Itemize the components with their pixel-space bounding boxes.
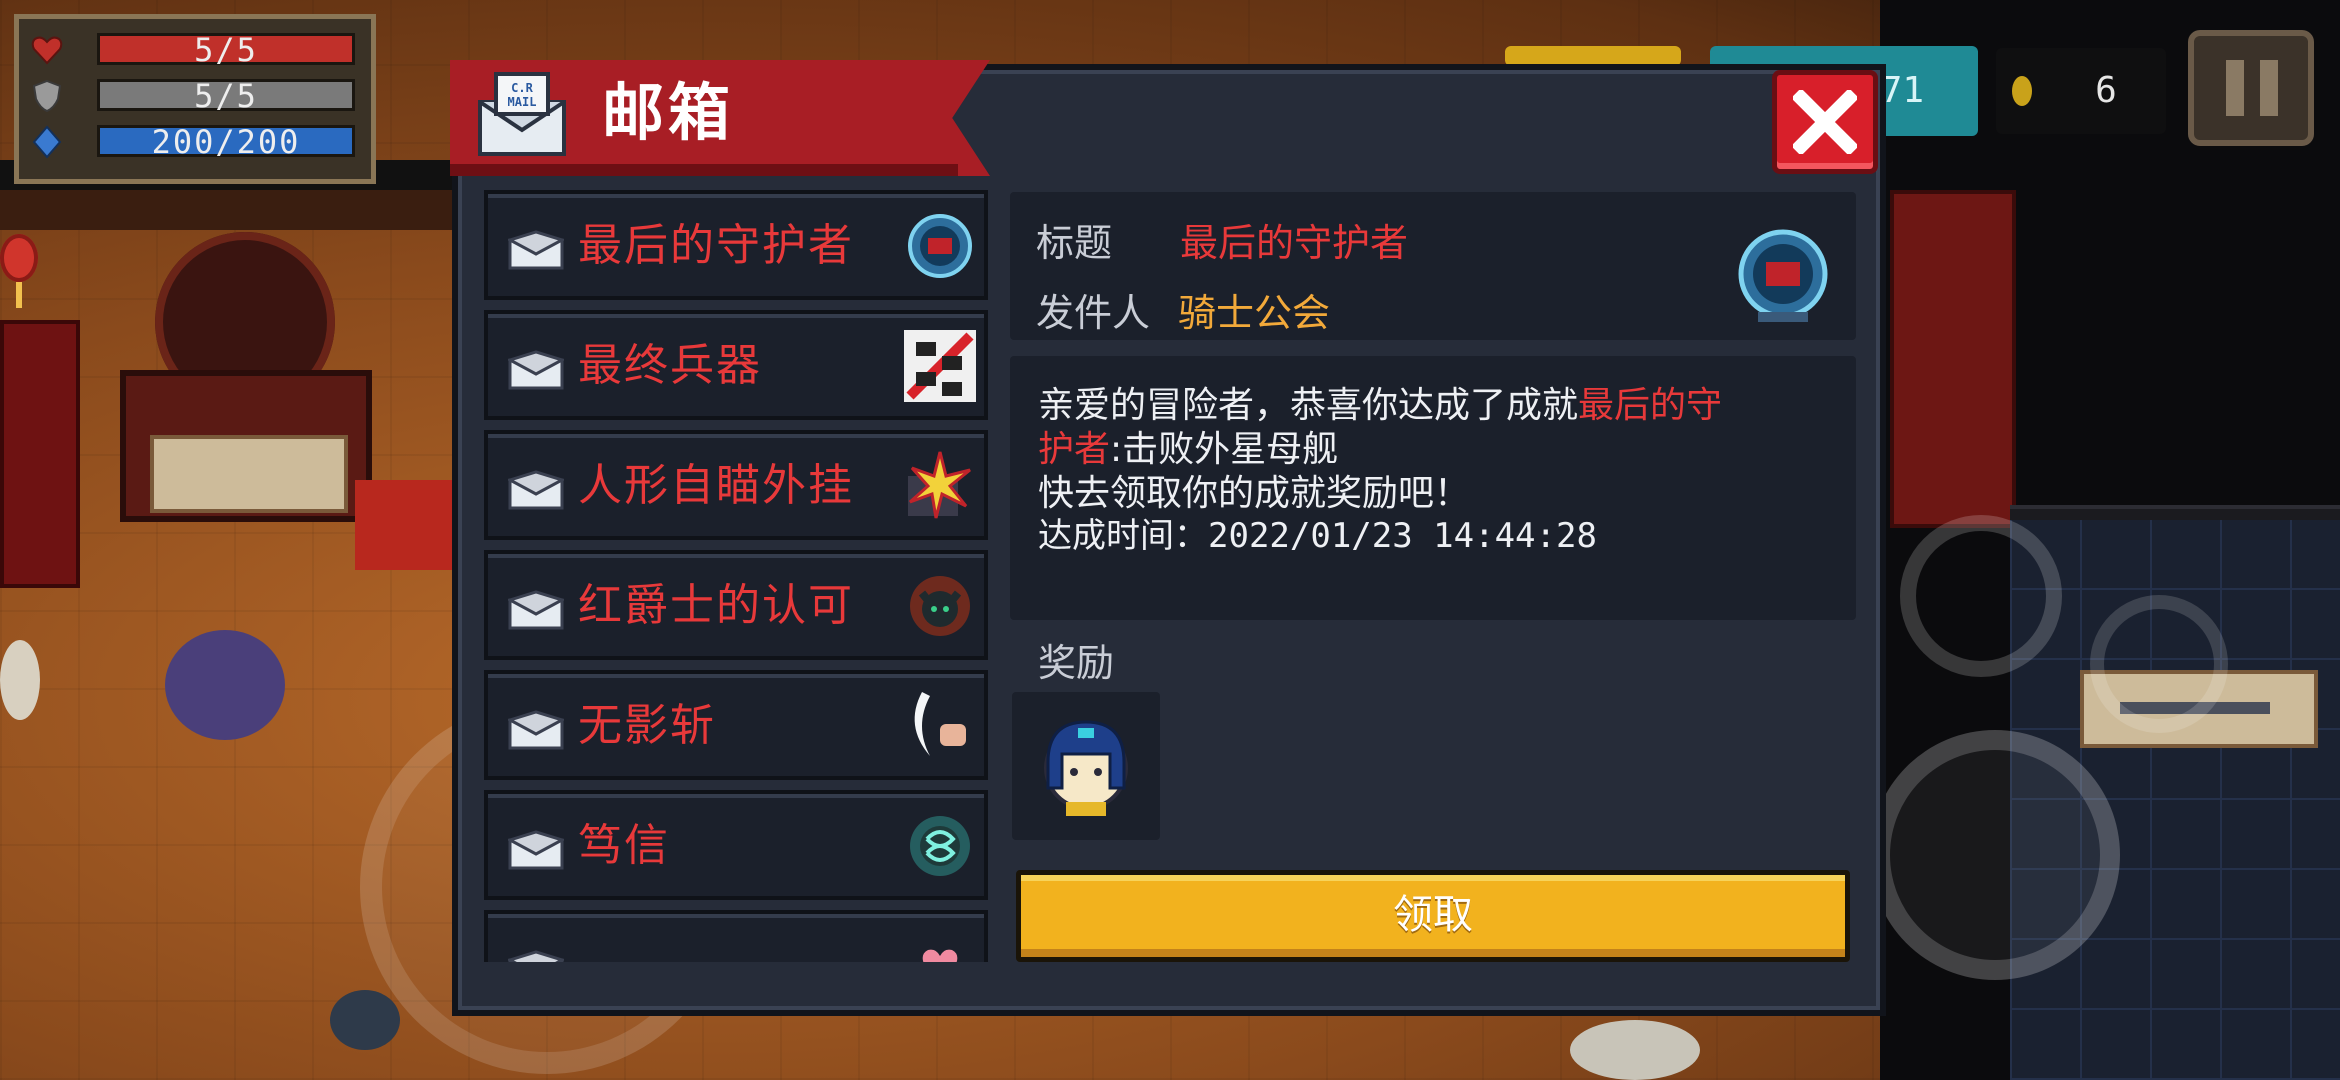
red-cabinet bbox=[0, 320, 80, 588]
lantern-icon bbox=[0, 234, 38, 308]
energy-bar: 200/200 bbox=[97, 125, 355, 158]
pause-icon bbox=[2226, 60, 2244, 116]
energy-row: 200/200 bbox=[29, 123, 369, 161]
ultimate-weapon-icon bbox=[896, 324, 984, 408]
opened-envelope-icon bbox=[508, 470, 564, 510]
shield-icon bbox=[29, 79, 65, 113]
mail-item[interactable]: 最终兵器 bbox=[484, 310, 988, 420]
opened-envelope-icon bbox=[508, 230, 564, 270]
mailbox-title-banner: C.R MAIL 邮箱 bbox=[450, 60, 990, 176]
guardian-orb-icon bbox=[1728, 226, 1838, 326]
hp-row: 5/5 bbox=[29, 31, 369, 69]
heart-icon bbox=[29, 33, 65, 67]
list-bottom-edge bbox=[476, 962, 990, 970]
armor-row: 5/5 bbox=[29, 77, 369, 115]
claim-button[interactable]: 领取 bbox=[1016, 870, 1850, 962]
mail-item-label: 最终兵器 bbox=[578, 340, 762, 391]
skill-cooldown-button[interactable] bbox=[2090, 595, 2228, 733]
coin-counter: 6 bbox=[1996, 48, 2166, 134]
pot-decoration bbox=[330, 990, 400, 1050]
mail-item[interactable]: 最后的守护者 bbox=[484, 190, 988, 300]
close-icon bbox=[1793, 90, 1857, 154]
achievement-time: 达成时间：2022/01/23 14:44:28 bbox=[1038, 516, 1597, 556]
npc-character bbox=[1570, 1020, 1700, 1080]
title-key: 标题 bbox=[1036, 221, 1113, 265]
opened-envelope-icon bbox=[508, 950, 564, 962]
heart-icon bbox=[896, 924, 984, 962]
energy-crystal-icon bbox=[29, 125, 65, 159]
coin-icon bbox=[2012, 76, 2032, 106]
reward-label: 奖励 bbox=[1038, 641, 1115, 685]
hp-bar: 5/5 bbox=[97, 33, 355, 66]
mail-icon-text-top: C.R bbox=[511, 81, 533, 95]
stall-sign bbox=[150, 435, 348, 513]
mail-envelope-icon: C.R MAIL bbox=[476, 68, 568, 160]
coin-value: 6 bbox=[2095, 70, 2117, 111]
mail-item-label: 笃信 bbox=[578, 820, 670, 871]
skill-button[interactable] bbox=[1870, 730, 2120, 980]
mail-item-label: 红爵士的认可 bbox=[578, 580, 854, 631]
currency-badge bbox=[1505, 46, 1681, 66]
mail-detail-body: 亲爱的冒险者，恭喜你达成了成就最后的守 护者:击败外星母舰 快去领取你的成就奖励… bbox=[1010, 356, 1856, 620]
mail-item-label: 人形自瞄外挂 bbox=[578, 460, 854, 511]
aimbot-icon bbox=[896, 444, 984, 528]
mail-icon-text-bottom: MAIL bbox=[508, 95, 537, 109]
opened-envelope-icon bbox=[508, 710, 564, 750]
mail-item[interactable]: 红爵士的认可 bbox=[484, 550, 988, 660]
red-knight-icon bbox=[896, 564, 984, 648]
title-value: 最后的守护者 bbox=[1180, 221, 1409, 265]
mail-list[interactable]: 最后的守护者 最终兵器 人形自瞄外挂 红爵士的认可 无影斩 笃信 bbox=[476, 186, 990, 962]
player-stats-panel: 5/5 5/5 200/200 bbox=[14, 14, 376, 184]
mail-item-label: 无影斩 bbox=[578, 700, 716, 751]
opened-envelope-icon bbox=[508, 590, 564, 630]
sender-value: 骑士公会 bbox=[1178, 291, 1331, 335]
mailbox-title: 邮箱 bbox=[602, 76, 735, 149]
sender-key: 发件人 bbox=[1036, 291, 1151, 335]
faith-icon bbox=[896, 804, 984, 888]
armor-bar: 5/5 bbox=[97, 79, 355, 112]
pause-icon bbox=[2260, 60, 2278, 116]
opened-envelope-icon bbox=[508, 830, 564, 870]
achievement-name-highlight: 最后的守 bbox=[1578, 385, 1723, 426]
npc-character bbox=[0, 640, 40, 720]
npc-character bbox=[165, 630, 285, 740]
mail-item[interactable]: 无影斩 bbox=[484, 670, 988, 780]
switch-weapon-button[interactable] bbox=[1900, 515, 2062, 677]
pause-button[interactable] bbox=[2188, 30, 2314, 146]
shadow-slash-icon bbox=[896, 684, 984, 768]
red-pillar bbox=[1890, 190, 2016, 528]
close-button[interactable] bbox=[1772, 70, 1878, 174]
opened-envelope-icon bbox=[508, 350, 564, 390]
guardian-orb-icon bbox=[896, 204, 984, 288]
character-skin-icon bbox=[1044, 720, 1128, 816]
red-counter bbox=[355, 480, 460, 570]
mail-item[interactable] bbox=[484, 910, 988, 962]
mail-item[interactable]: 笃信 bbox=[484, 790, 988, 900]
reward-item-slot[interactable] bbox=[1012, 692, 1160, 840]
mail-item-label: 最后的守护者 bbox=[578, 220, 854, 271]
mail-item[interactable]: 人形自瞄外挂 bbox=[484, 430, 988, 540]
